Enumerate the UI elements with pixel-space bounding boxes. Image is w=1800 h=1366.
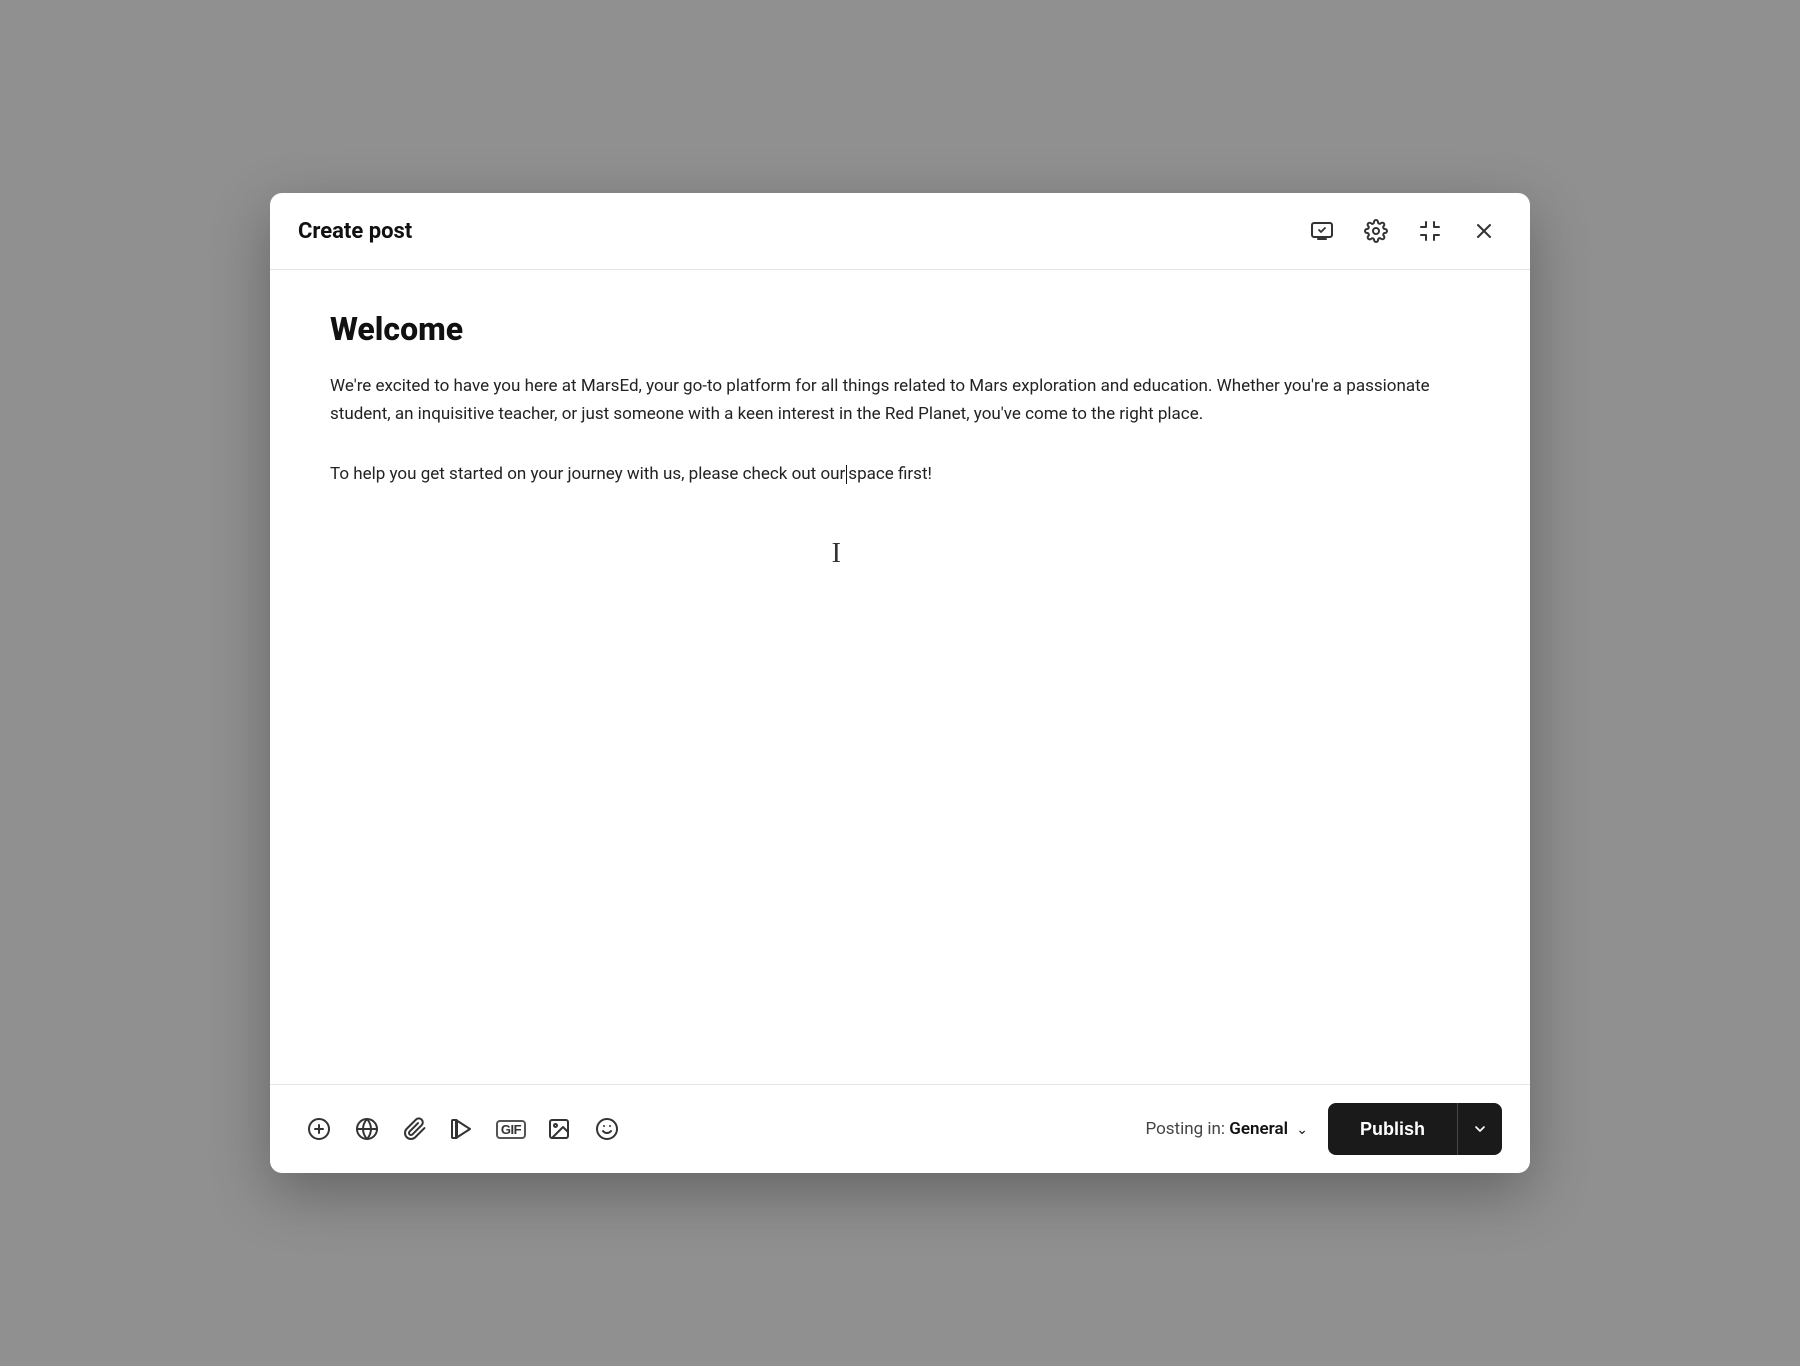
editor-empty-area[interactable]: I [330, 488, 1470, 788]
embed-screen-icon [1310, 219, 1334, 243]
modal-overlay: Create post [0, 0, 1800, 1366]
add-content-button[interactable] [298, 1108, 340, 1150]
close-icon [1472, 219, 1496, 243]
embed-button[interactable] [346, 1108, 388, 1150]
i-beam-cursor: I [832, 538, 841, 570]
minimize-icon [1418, 219, 1442, 243]
modal-header: Create post [270, 193, 1530, 270]
publish-dropdown-button[interactable] [1457, 1103, 1502, 1155]
publish-button[interactable]: Publish [1328, 1103, 1457, 1155]
minimize-button[interactable] [1412, 213, 1448, 249]
add-icon [307, 1117, 331, 1141]
editor-toolbar: GIF [298, 1108, 628, 1150]
post-paragraph-2: To help you get started on your journey … [330, 460, 1470, 488]
embed-icon [355, 1117, 379, 1141]
image-icon [547, 1117, 571, 1141]
modal-footer: GIF [270, 1084, 1530, 1173]
header-actions [1304, 213, 1502, 249]
gif-button[interactable]: GIF [490, 1108, 532, 1150]
settings-icon [1364, 219, 1388, 243]
publish-chevron-down-icon [1472, 1121, 1488, 1137]
video-icon [451, 1117, 475, 1141]
footer-right: Posting in: General ⌄ Publish [1145, 1103, 1502, 1155]
create-post-modal: Create post [270, 193, 1530, 1173]
close-button[interactable] [1466, 213, 1502, 249]
image-button[interactable] [538, 1108, 580, 1150]
emoji-button[interactable] [586, 1108, 628, 1150]
post-paragraph-1: We're excited to have you here at MarsEd… [330, 372, 1470, 428]
posting-in-chevron: ⌄ [1296, 1122, 1308, 1138]
emoji-icon [595, 1117, 619, 1141]
attachment-icon [403, 1117, 427, 1141]
post-editor-body[interactable]: Welcome We're excited to have you here a… [270, 270, 1530, 1084]
settings-button[interactable] [1358, 213, 1394, 249]
attachment-button[interactable] [394, 1108, 436, 1150]
post-heading: Welcome [330, 310, 1470, 348]
embed-screen-button[interactable] [1304, 213, 1340, 249]
video-button[interactable] [442, 1108, 484, 1150]
modal-title: Create post [298, 219, 412, 244]
posting-in-label: Posting in: General ⌄ [1145, 1119, 1308, 1139]
gif-label: GIF [496, 1120, 526, 1139]
